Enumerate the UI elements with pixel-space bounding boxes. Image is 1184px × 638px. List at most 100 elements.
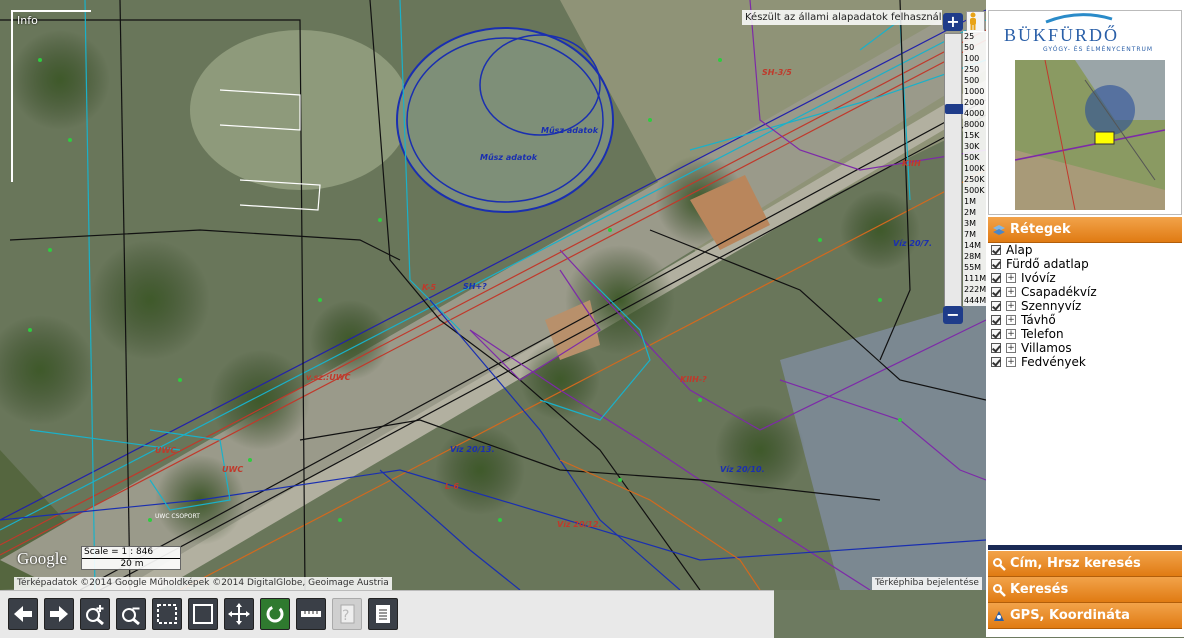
layer-checkbox[interactable] xyxy=(991,245,1001,255)
layer-item[interactable]: + Villamos xyxy=(988,341,1182,355)
scale-level-option[interactable]: 55M xyxy=(963,262,986,273)
expand-icon[interactable]: + xyxy=(1006,329,1016,339)
address-search-label: Cím, Hrsz keresés xyxy=(1010,556,1141,571)
layer-checkbox[interactable] xyxy=(991,301,1001,311)
scale-level-option[interactable]: 2M xyxy=(963,207,986,218)
layer-checkbox[interactable] xyxy=(991,287,1001,297)
scale-level-option[interactable]: 500K xyxy=(963,185,986,196)
zoom-in-button[interactable]: + xyxy=(943,13,963,31)
scale-level-option[interactable]: 14M xyxy=(963,240,986,251)
expand-icon[interactable]: + xyxy=(1006,287,1016,297)
zoom-out-tool[interactable] xyxy=(116,598,146,630)
zoom-control[interactable]: + − xyxy=(943,13,965,325)
scale-level-option[interactable]: 100 xyxy=(963,53,986,64)
scale-level-option[interactable]: 500 xyxy=(963,75,986,86)
layer-checkbox[interactable] xyxy=(991,357,1001,367)
layer-item[interactable]: Alap xyxy=(988,243,1182,257)
expand-icon[interactable]: + xyxy=(1006,315,1016,325)
scale-level-option[interactable]: 30K xyxy=(963,141,986,152)
zoom-box-tool[interactable] xyxy=(152,598,182,630)
scale-level-option[interactable]: 8000 xyxy=(963,119,986,130)
layer-label: Ivóvíz xyxy=(1021,271,1056,285)
layer-item[interactable]: + Távhő xyxy=(988,313,1182,327)
layer-item[interactable]: + Szennyvíz xyxy=(988,299,1182,313)
map-label: L-6 xyxy=(445,482,459,491)
layers-header-label: Rétegek xyxy=(1010,222,1071,237)
gps-label: GPS, Koordináta xyxy=(1010,608,1130,623)
scale-level-list[interactable]: 25 50 100 250 500 1000 2000 4000 8000 15K 30K 50K 10… xyxy=(963,31,986,306)
back-button[interactable] xyxy=(8,598,38,630)
scale-level-option[interactable]: 3M xyxy=(963,218,986,229)
scale-level-option[interactable]: 1M xyxy=(963,196,986,207)
forward-button[interactable] xyxy=(44,598,74,630)
full-extent-tool[interactable] xyxy=(188,598,218,630)
identify-tool[interactable]: ? xyxy=(332,598,362,630)
scale-level-option[interactable]: 28M xyxy=(963,251,986,262)
svg-text:?: ? xyxy=(342,608,349,624)
layers-panel-header[interactable]: Rétegek xyxy=(988,217,1182,243)
gps-panel-header[interactable]: GPS, Koordináta xyxy=(988,603,1182,629)
expand-icon[interactable]: + xyxy=(1006,343,1016,353)
panel-divider xyxy=(988,545,1182,550)
layer-checkbox[interactable] xyxy=(991,259,1001,269)
expand-icon[interactable]: + xyxy=(1006,357,1016,367)
measure-tool[interactable] xyxy=(296,598,326,630)
map-label: Víz 20/10. xyxy=(720,465,765,474)
overview-map-image xyxy=(1015,60,1165,210)
map-canvas: Műsz adatok Műsz adatok v.sz.:UWC UWC UW… xyxy=(0,0,986,590)
layer-checkbox[interactable] xyxy=(991,343,1001,353)
map-toolbar: ? xyxy=(0,590,774,638)
zoom-in-tool[interactable] xyxy=(80,598,110,630)
layer-label: Csapadékvíz xyxy=(1021,285,1097,299)
back-arrow-icon xyxy=(14,606,32,622)
refresh-tool[interactable] xyxy=(260,598,290,630)
info-tab[interactable]: Info xyxy=(11,10,91,182)
map-view[interactable]: Műsz adatok Műsz adatok v.sz.:UWC UWC UW… xyxy=(0,0,986,590)
scale-level-option[interactable]: 111M xyxy=(963,273,986,284)
zoom-slider-track[interactable] xyxy=(944,33,965,315)
scale-level-option[interactable]: 25 xyxy=(963,31,986,42)
layer-item[interactable]: + Ivóvíz xyxy=(988,271,1182,285)
scale-level-option[interactable]: 2000 xyxy=(963,97,986,108)
scale-level-option[interactable]: 7M xyxy=(963,229,986,240)
map-label: UWC xyxy=(155,446,176,455)
layer-item[interactable]: + Csapadékvíz xyxy=(988,285,1182,299)
scale-text: Scale = 1 : 846 xyxy=(84,547,154,557)
overview-map[interactable] xyxy=(1015,60,1165,210)
layer-item[interactable]: + Fedvények xyxy=(988,355,1182,369)
search-panel-header[interactable]: Keresés xyxy=(988,577,1182,603)
logo-subtitle: GYÓGY- ÉS ÉLMÉNYCENTRUM xyxy=(1043,46,1154,53)
layer-checkbox[interactable] xyxy=(991,329,1001,339)
scale-level-option[interactable]: 100K xyxy=(963,163,986,174)
scale-level-option[interactable]: 50K xyxy=(963,152,986,163)
scale-level-option[interactable]: 4000 xyxy=(963,108,986,119)
identify-icon: ? xyxy=(340,604,355,624)
layer-item[interactable]: Fürdő adatlap xyxy=(988,257,1182,271)
search-icon xyxy=(993,584,1006,597)
layer-label: Fürdő adatlap xyxy=(1006,257,1089,271)
pegman-icon[interactable] xyxy=(966,11,985,33)
report-map-error-link[interactable]: Térképhiba bejelentése xyxy=(872,577,982,590)
map-label: Műsz adatok xyxy=(541,126,599,135)
map-label: SH-3/5 xyxy=(762,68,792,77)
address-search-panel-header[interactable]: Cím, Hrsz keresés xyxy=(988,551,1182,577)
expand-icon[interactable]: + xyxy=(1006,273,1016,283)
print-tool[interactable] xyxy=(368,598,398,630)
scale-level-option[interactable]: 15K xyxy=(963,130,986,141)
layer-checkbox[interactable] xyxy=(991,315,1001,325)
scale-level-option[interactable]: 444M xyxy=(963,295,986,306)
scale-indicator: Scale = 1 : 846 20 m xyxy=(81,546,181,570)
scale-level-option[interactable]: 250 xyxy=(963,64,986,75)
scale-level-option[interactable]: 222M xyxy=(963,284,986,295)
zoom-in-icon xyxy=(86,605,104,625)
scale-level-option[interactable]: 250K xyxy=(963,174,986,185)
layer-item[interactable]: + Telefon xyxy=(988,327,1182,341)
layer-label: Távhő xyxy=(1021,313,1056,327)
pan-tool[interactable] xyxy=(224,598,254,630)
expand-icon[interactable]: + xyxy=(1006,301,1016,311)
layer-checkbox[interactable] xyxy=(991,273,1001,283)
zoom-slider-thumb[interactable] xyxy=(945,104,965,114)
scale-level-option[interactable]: 1000 xyxy=(963,86,986,97)
zoom-out-button[interactable]: − xyxy=(943,306,963,324)
scale-level-option[interactable]: 50 xyxy=(963,42,986,53)
